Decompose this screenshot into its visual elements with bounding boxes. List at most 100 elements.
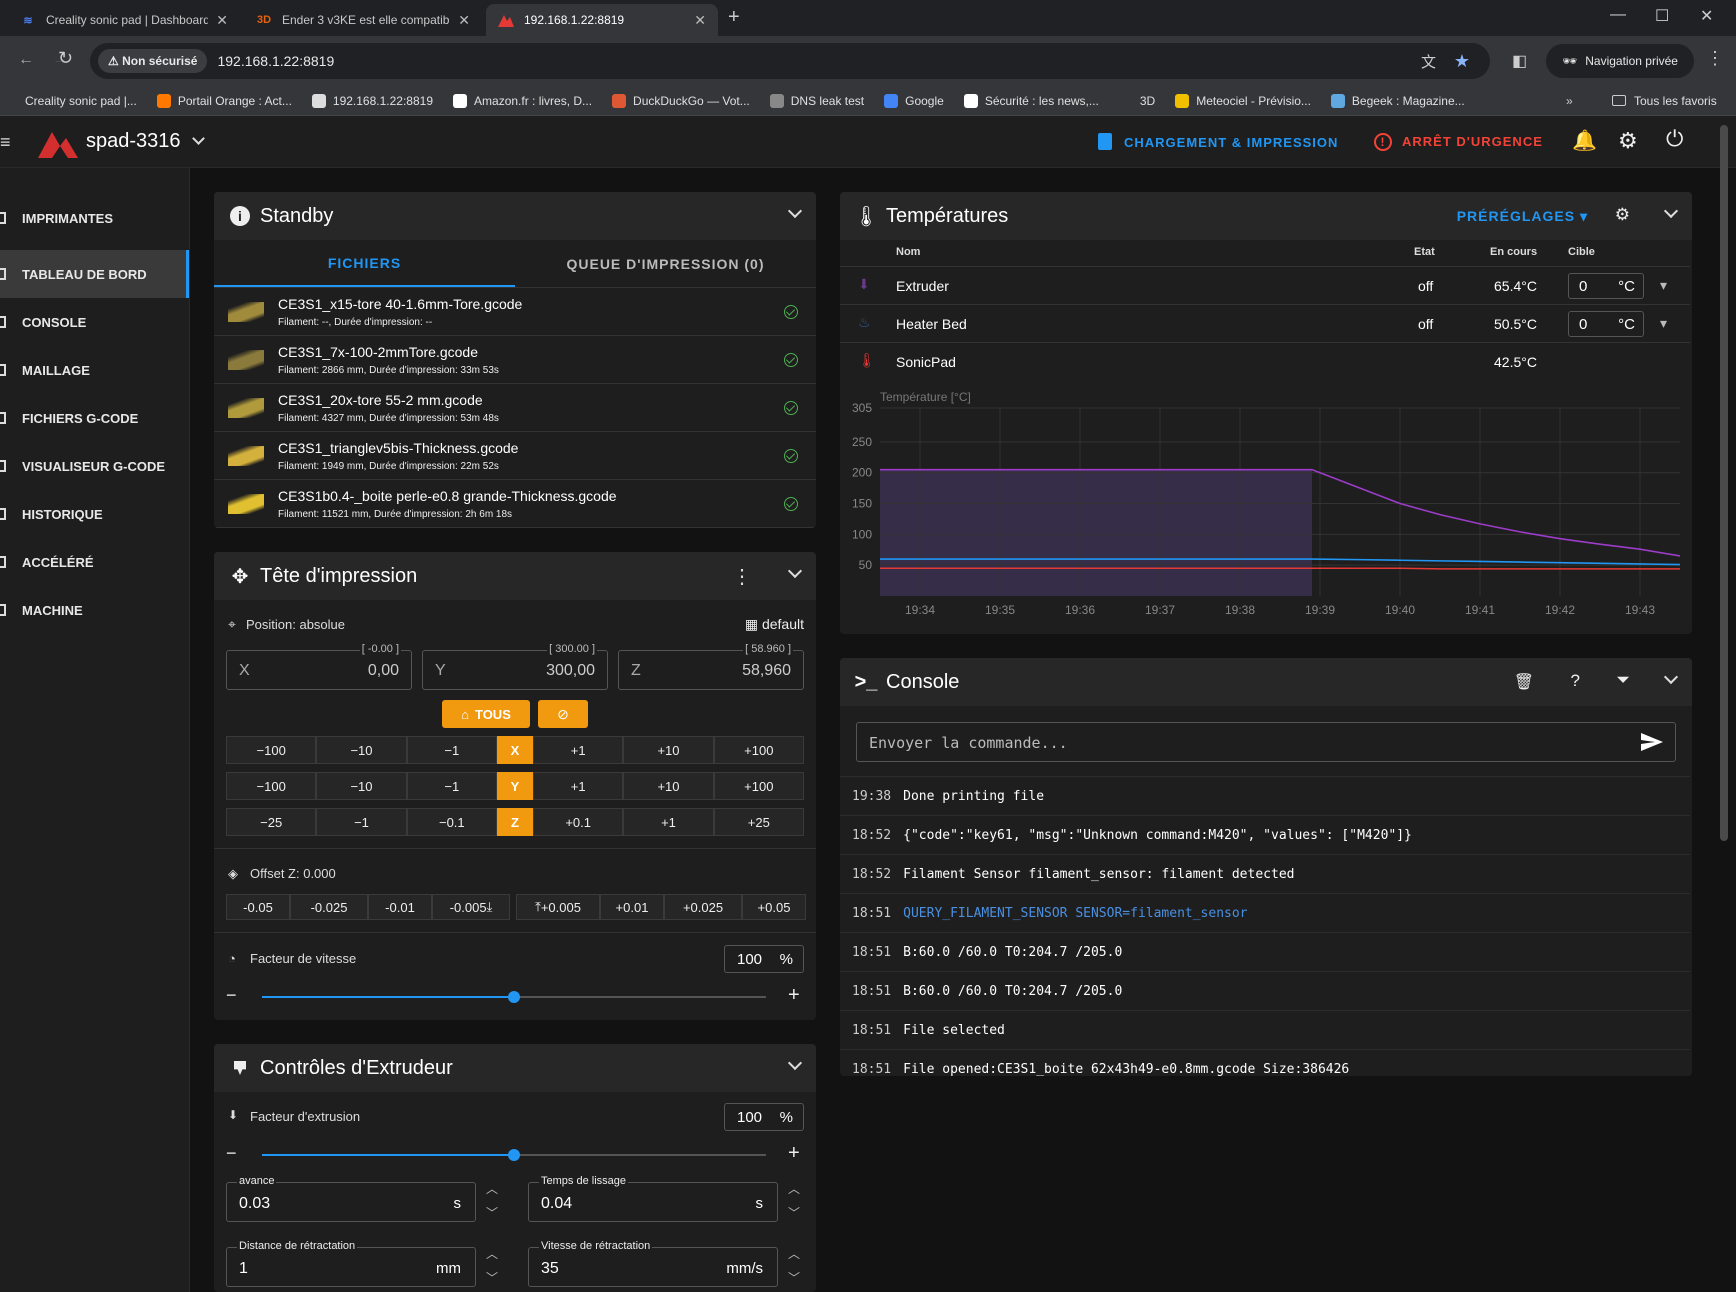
browser-tab-2[interactable]: 3D Ender 3 v3KE est elle compatibl ✕ — [244, 4, 482, 36]
x-position-field[interactable]: [ -0.00 ] X 0,00 — [226, 643, 412, 690]
bookmark-item[interactable]: Amazon.fr : livres, D... — [453, 93, 592, 108]
target-temp-input[interactable]: 0 °C — [1568, 273, 1644, 299]
jog-button[interactable]: +25 — [713, 808, 804, 836]
z-offset-button[interactable]: +0.025 — [664, 894, 742, 920]
close-window-icon[interactable]: ✕ — [1700, 6, 1713, 26]
bookmark-item[interactable]: 3D — [1118, 93, 1155, 108]
jog-button[interactable]: −100 — [226, 736, 317, 764]
browser-tab-1[interactable]: ≋ Creality sonic pad | Dashboard ✕ — [8, 4, 240, 36]
jog-button[interactable]: −10 — [316, 772, 407, 800]
smooth-time-field[interactable]: Temps de lissage 0.04 s — [528, 1175, 778, 1222]
minimize-icon[interactable]: — — [1610, 6, 1626, 24]
sidebar-item-printers[interactable]: IMPRIMANTES — [0, 194, 189, 242]
close-tab-icon[interactable]: ✕ — [694, 12, 706, 29]
chevron-down-icon[interactable] — [787, 1055, 803, 1071]
increment-icon[interactable]: ︿ — [486, 1180, 498, 1197]
z-offset-button[interactable]: -0.005 ⤓ — [432, 894, 510, 920]
console-message[interactable]: QUERY_FILAMENT_SENSOR SENSOR=filament_se… — [903, 906, 1247, 921]
jog-button[interactable]: +100 — [713, 772, 804, 800]
increment-icon[interactable]: ︿ — [486, 1245, 498, 1262]
bookmark-item[interactable]: Creality sonic pad |... — [4, 93, 137, 108]
jog-button[interactable]: −100 — [226, 772, 317, 800]
bookmark-item[interactable]: Meteociel - Prévisio... — [1175, 93, 1311, 108]
sidepanel-icon[interactable]: ◧ — [1512, 51, 1527, 71]
jog-button[interactable]: −0.1 — [406, 808, 497, 836]
z-position-field[interactable]: [ 58.960 ] Z 58,960 — [618, 643, 804, 690]
minus-icon[interactable]: − — [226, 1143, 237, 1164]
plus-icon[interactable]: + — [788, 1142, 800, 1165]
bell-icon[interactable]: 🔔 — [1572, 128, 1597, 153]
chevron-down-icon[interactable] — [787, 563, 803, 579]
sidebar-item-gcode-viewer[interactable]: VISUALISEUR G-CODE — [0, 442, 189, 490]
sidebar-item-history[interactable]: HISTORIQUE — [0, 490, 189, 538]
caret-down-icon[interactable]: ▾ — [1660, 277, 1667, 294]
extrusion-factor-input[interactable]: 100 % — [724, 1103, 804, 1131]
decrement-icon[interactable]: ﹀ — [486, 1269, 498, 1286]
speed-factor-input[interactable]: 100 % — [724, 945, 804, 973]
jog-button[interactable]: −1 — [406, 736, 497, 764]
pressure-advance-field[interactable]: avance 0.03 s — [226, 1175, 476, 1222]
extrusion-slider-thumb[interactable] — [508, 1149, 520, 1161]
back-icon[interactable]: ← — [18, 51, 34, 69]
bookmark-item[interactable]: Sécurité : les news,... — [963, 93, 1099, 108]
target-temp-input[interactable]: 0 °C — [1568, 311, 1644, 337]
upload-print-button[interactable]: CHARGEMENT & IMPRESSION — [1098, 133, 1338, 150]
motors-off-button[interactable]: ⊘ — [538, 700, 588, 728]
console-command-input[interactable]: Envoyer la commande... — [856, 722, 1676, 762]
menu-dots-icon[interactable]: ⋮ — [732, 564, 752, 589]
translate-icon[interactable]: 文 — [1421, 51, 1436, 72]
page-scrollbar[interactable] — [1720, 125, 1728, 841]
extruder-panel-header[interactable]: Contrôles d'Extrudeur — [214, 1044, 816, 1092]
retract-speed-field[interactable]: Vitesse de rétractation 35 mm/s — [528, 1240, 778, 1287]
jog-button[interactable]: +10 — [623, 772, 714, 800]
sidebar-item-machine[interactable]: MACHINE — [0, 586, 189, 634]
bookmark-item[interactable]: Portail Orange : Act... — [156, 93, 292, 108]
increment-icon[interactable]: ︿ — [788, 1180, 800, 1197]
new-tab-icon[interactable]: + — [728, 6, 740, 29]
emergency-stop-button[interactable]: ! ARRÊT D'URGENCE — [1374, 133, 1543, 151]
jog-button[interactable]: +1 — [623, 808, 714, 836]
tab-files[interactable]: FICHIERS — [214, 240, 515, 287]
sidebar-item-dashboard[interactable]: TABLEAU DE BORD — [0, 250, 189, 298]
jog-button[interactable]: −10 — [316, 736, 407, 764]
file-row[interactable]: CE3S1_7x-100-2mmTore.gcode Filament: 2866… — [214, 336, 816, 384]
settings-icon[interactable]: ⚙ — [1618, 128, 1638, 154]
reload-icon[interactable]: ↻ — [58, 48, 73, 69]
increment-icon[interactable]: ︿ — [788, 1245, 800, 1262]
speed-slider-thumb[interactable] — [508, 991, 520, 1003]
toolhead-panel-header[interactable]: ✥ Tête d'impression ⋮ — [214, 552, 816, 600]
sidebar-item-timelapse[interactable]: ACCÉLÉRÉ — [0, 538, 189, 586]
chevron-down-icon[interactable] — [787, 203, 803, 219]
all-bookmarks[interactable]: Tous les favoris — [1612, 94, 1717, 108]
decrement-icon[interactable]: ﹀ — [486, 1204, 498, 1221]
plus-icon[interactable]: + — [788, 984, 800, 1007]
jog-button[interactable]: +10 — [623, 736, 714, 764]
console-panel-header[interactable]: >_ Console 🗑 ? ⏷ — [840, 658, 1692, 706]
home-all-button[interactable]: ⌂ TOUS — [442, 700, 530, 728]
decrement-icon[interactable]: ﹀ — [788, 1269, 800, 1286]
file-row[interactable]: CE3S1_20x-tore 55-2 mm.gcode Filament: 43… — [214, 384, 816, 432]
jog-button[interactable]: +1 — [532, 772, 624, 800]
close-tab-icon[interactable]: ✕ — [216, 12, 228, 29]
z-offset-button[interactable]: +0.05 — [742, 894, 806, 920]
power-icon[interactable]: ⏻ — [1666, 126, 1683, 152]
menu-dots-icon[interactable]: ⋮ — [1706, 48, 1724, 69]
address-bar[interactable]: ⚠ Non sécurisé 192.168.1.22:8819 文 ★ — [90, 43, 1490, 79]
sidebar-item-console[interactable]: CONSOLE — [0, 298, 189, 346]
trash-icon[interactable]: 🗑 — [1514, 672, 1534, 692]
bookmark-item[interactable]: Begeek : Magazine... — [1330, 93, 1465, 108]
y-position-field[interactable]: [ 300.00 ] Y 300,00 — [422, 643, 608, 690]
minus-icon[interactable]: − — [226, 985, 237, 1006]
browser-tab-3[interactable]: 192.168.1.22:8819 ✕ — [486, 4, 718, 36]
gear-icon[interactable]: ⚙ — [1615, 205, 1630, 225]
z-offset-button[interactable]: -0.01 — [368, 894, 432, 920]
z-offset-button[interactable]: ⤒ +0.005 — [516, 894, 600, 920]
bookmark-item[interactable]: 192.168.1.22:8819 — [311, 93, 433, 108]
presets-button[interactable]: PRÉRÉGLAGES ▾ — [1457, 208, 1588, 225]
jog-button[interactable]: +100 — [713, 736, 804, 764]
jog-button[interactable]: +0.1 — [532, 808, 624, 836]
chevron-down-icon[interactable] — [1663, 203, 1679, 219]
macro-selector[interactable]: ▦ default — [745, 616, 804, 633]
bookmark-item[interactable]: DuckDuckGo — Vot... — [612, 93, 750, 108]
more-bookmarks-icon[interactable]: » — [1566, 94, 1573, 108]
